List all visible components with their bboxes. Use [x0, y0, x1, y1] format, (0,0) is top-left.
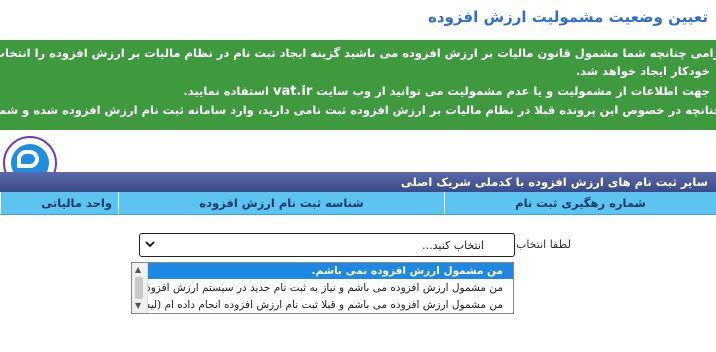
column-header-tax-unit: واحد مالیاتی [0, 192, 118, 214]
column-header-vat-id: شناسه ثبت نام ارزش افزوده [118, 192, 444, 214]
select-dropdown-list: ▲ ▼ من مشمول ارزش افزوده نمی باشم. من مش… [131, 262, 514, 314]
dropdown-scrollbar[interactable]: ▲ ▼ [132, 263, 148, 313]
notice-line-2: خودکار ایجاد خواهد شد. [575, 64, 710, 78]
section-title: سایر ثبت نام های ارزش افزوده با کدملی شر… [400, 175, 708, 189]
dropdown-option-already-registered[interactable]: من مشمول ارزش افزوده می باشم و قبلا ثبت … [148, 297, 513, 313]
scroll-down-icon[interactable]: ▼ [135, 301, 141, 311]
notice-line-3: جهت اطلاعات از مشمولیت و یا عدم مشمولیت … [183, 84, 710, 99]
dropdown-option-not-subject[interactable]: من مشمول ارزش افزوده نمی باشم. [148, 263, 513, 279]
table-header-row: شماره رهگیری ثبت نام شناسه ثبت نام ارزش … [0, 192, 716, 215]
select-current-value: انتخاب کنید... [422, 239, 484, 252]
scroll-thumb[interactable] [135, 277, 143, 299]
vat-website-link[interactable]: vat.ir [273, 84, 312, 99]
notice-line-4: چنانچه در خصوص این پرونده قبلا در نظام م… [0, 103, 716, 117]
status-select[interactable]: انتخاب کنید... [139, 233, 515, 257]
dropdown-option-new-registration[interactable]: من مشمول ارزش افزوده می باشم و نیاز به ث… [148, 280, 513, 296]
scroll-up-icon[interactable]: ▲ [135, 265, 141, 275]
notice-text-before-link: جهت اطلاعات از مشمولیت و یا عدم مشمولیت … [316, 84, 710, 98]
notice-line-1: مودی گرامی چنانچه شما مشمول قانون مالیات… [0, 46, 716, 60]
page-title: تعیین وضعیت مشمولیت ارزش افزوده [428, 8, 708, 26]
chevron-down-icon[interactable] [143, 238, 157, 252]
info-notice: مودی گرامی چنانچه شما مشمول قانون مالیات… [0, 40, 716, 130]
section-header: سایر ثبت نام های ارزش افزوده با کدملی شر… [0, 172, 716, 192]
notice-text-after-link: استفاده نمایید. [183, 84, 269, 98]
column-header-tracking-number: شماره رهگیری ثبت نام [444, 192, 716, 214]
